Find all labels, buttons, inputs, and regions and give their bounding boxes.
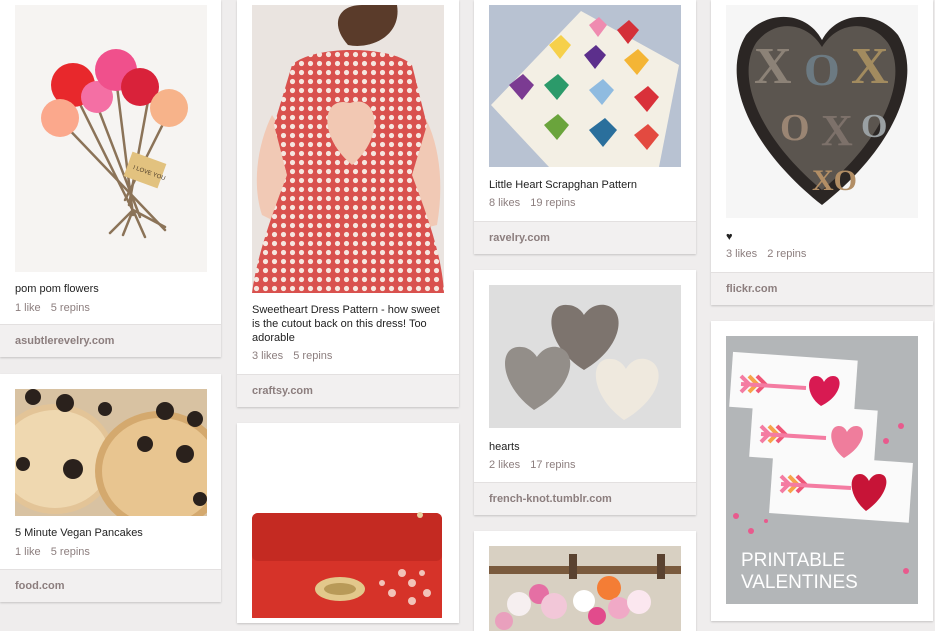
pin-description[interactable]: 5 Minute Vegan Pancakes — [15, 526, 209, 540]
pin-card[interactable]: I LOVE YOU pom pom flowers 1 like 5 repi… — [0, 0, 221, 357]
pin-image[interactable] — [252, 423, 444, 618]
pin-stats: 1 like 5 repins — [15, 302, 97, 314]
repins-count[interactable]: 17 repins — [530, 459, 575, 471]
likes-count[interactable]: 1 like — [15, 546, 41, 558]
pin-image[interactable] — [489, 285, 681, 428]
likes-count[interactable]: 8 likes — [489, 197, 520, 209]
pin-description[interactable]: pom pom flowers — [15, 282, 209, 296]
dress-image — [252, 5, 444, 293]
repins-count[interactable]: 5 repins — [51, 546, 90, 558]
pin-description[interactable]: Sweetheart Dress Pattern - how sweet is … — [252, 303, 447, 345]
pin-stats: 8 likes 19 repins — [489, 197, 583, 209]
letter-o: O — [804, 44, 840, 95]
likes-count[interactable]: 3 likes — [252, 350, 283, 362]
source-link[interactable]: flickr.com — [726, 283, 777, 295]
pin-source[interactable]: craftsy.com — [237, 374, 459, 407]
letter-o: O — [780, 107, 810, 149]
pin-card[interactable] — [237, 423, 459, 623]
pin-image[interactable]: X O X O X O XO — [726, 5, 918, 218]
likes-count[interactable]: 1 like — [15, 302, 41, 314]
pin-image[interactable] — [489, 5, 681, 167]
repins-count[interactable]: 5 repins — [51, 302, 90, 314]
pin-image[interactable]: PRINTABLE VALENTINES — [726, 336, 918, 604]
pin-source[interactable]: flickr.com — [711, 272, 933, 305]
xoxo-heart-image: X O X O X O XO — [726, 5, 918, 218]
source-link[interactable]: french-knot.tumblr.com — [489, 493, 612, 505]
source-link[interactable]: food.com — [15, 580, 65, 592]
source-link[interactable]: asubtlerevelry.com — [15, 335, 114, 347]
printable-valentines-image: PRINTABLE VALENTINES — [726, 336, 918, 604]
pin-image[interactable] — [15, 389, 207, 516]
pom-pom-flowers-image: I LOVE YOU — [41, 49, 188, 239]
pin-description[interactable]: ♥ — [726, 230, 921, 244]
pin-card[interactable]: Sweetheart Dress Pattern - how sweet is … — [237, 0, 459, 407]
pin-card[interactable]: 5 Minute Vegan Pancakes 1 like 5 repins … — [0, 374, 221, 602]
red-purse-image — [252, 512, 442, 618]
letter-x: X — [754, 38, 792, 95]
pin-stats: 2 likes 17 repins — [489, 459, 583, 471]
pin-card[interactable] — [474, 531, 696, 631]
pin-stats: 3 likes 2 repins — [726, 248, 813, 260]
printable-label: PRINTABLE — [741, 550, 845, 571]
valentines-label: VALENTINES — [741, 572, 858, 593]
pin-source[interactable]: ravelry.com — [474, 221, 696, 254]
letter-x: XO — [812, 164, 857, 197]
source-link[interactable]: ravelry.com — [489, 232, 550, 244]
pin-description[interactable]: Little Heart Scrapghan Pattern — [489, 178, 684, 192]
heart-scrapghan-image — [489, 5, 681, 167]
pancakes-image — [15, 389, 207, 516]
likes-count[interactable]: 2 likes — [489, 459, 520, 471]
repins-count[interactable]: 2 repins — [767, 248, 806, 260]
pin-stats: 1 like 5 repins — [15, 546, 97, 558]
pin-source[interactable]: food.com — [0, 569, 221, 602]
letter-x: X — [851, 38, 889, 95]
letter-o: O — [861, 108, 887, 145]
pin-image[interactable] — [252, 5, 444, 293]
pin-card[interactable]: Little Heart Scrapghan Pattern 8 likes 1… — [474, 0, 696, 254]
source-link[interactable]: craftsy.com — [252, 385, 313, 397]
pin-stats: 3 likes 5 repins — [252, 350, 339, 362]
repins-count[interactable]: 5 repins — [293, 350, 332, 362]
pin-image[interactable] — [489, 546, 681, 631]
crochet-hearts-image — [489, 285, 681, 428]
pin-description[interactable]: hearts — [489, 440, 684, 454]
pin-source[interactable]: asubtlerevelry.com — [0, 324, 221, 357]
pin-image[interactable]: I LOVE YOU — [15, 5, 207, 272]
pin-card[interactable]: X O X O X O XO ♥ 3 likes 2 repins flickr… — [711, 0, 933, 305]
likes-count[interactable]: 3 likes — [726, 248, 757, 260]
pin-source[interactable]: french-knot.tumblr.com — [474, 482, 696, 515]
repins-count[interactable]: 19 repins — [530, 197, 575, 209]
pin-card[interactable]: PRINTABLE VALENTINES — [711, 321, 933, 621]
letter-x: X — [821, 106, 853, 155]
pom-pom-garland-image — [489, 546, 681, 631]
pin-card[interactable]: hearts 2 likes 17 repins french-knot.tum… — [474, 270, 696, 515]
